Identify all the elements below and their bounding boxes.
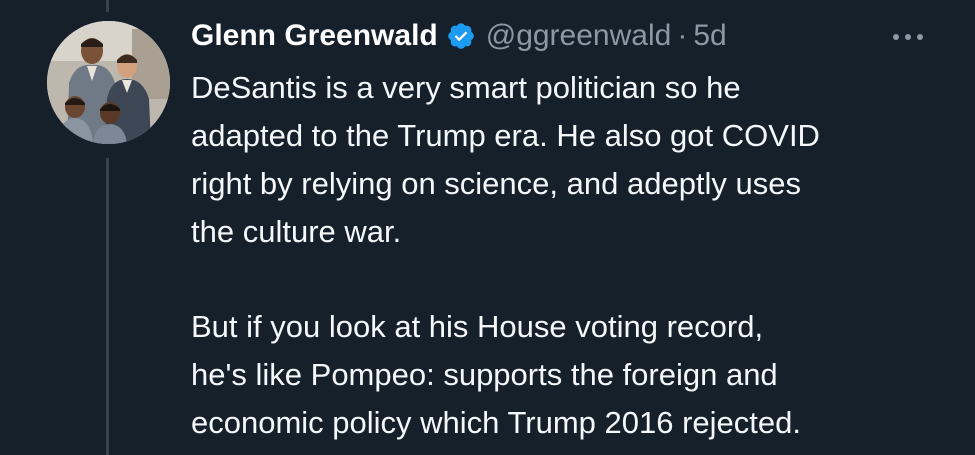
tweet-text-line: the culture war. xyxy=(191,214,402,249)
tweet-text-line: economic policy which Trump 2016 rejecte… xyxy=(191,405,801,440)
thread-connector-bottom xyxy=(106,158,109,455)
more-horizontal-icon[interactable] xyxy=(888,22,928,52)
tweet-header: Glenn Greenwald @ggreenwald · 5d xyxy=(191,14,727,58)
thread-connector-top xyxy=(106,0,109,12)
tweet-text-line: right by relying on science, and adeptly… xyxy=(191,166,802,201)
tweet-paragraph: But if you look at his House voting reco… xyxy=(191,303,951,447)
author-display-name[interactable]: Glenn Greenwald xyxy=(191,19,438,53)
tweet-text-line: he's like Pompeo: supports the foreign a… xyxy=(191,357,778,392)
verified-badge-icon xyxy=(446,21,476,51)
tweet-timestamp[interactable]: 5d xyxy=(693,19,726,53)
header-separator: · xyxy=(677,19,688,52)
author-handle[interactable]: @ggreenwald xyxy=(486,19,672,53)
family-photo-avatar-image xyxy=(47,21,170,144)
tweet-text-line: DeSantis is a very smart politician so h… xyxy=(191,70,741,105)
tweet[interactable]: Glenn Greenwald @ggreenwald · 5d DeSanti… xyxy=(0,0,975,455)
author-avatar[interactable] xyxy=(47,21,170,144)
tweet-paragraph: DeSantis is a very smart politician so h… xyxy=(191,64,951,256)
tweet-text-line: adapted to the Trump era. He also got CO… xyxy=(191,118,820,153)
tweet-text-line: But if you look at his House voting reco… xyxy=(191,309,764,344)
tweet-text: DeSantis is a very smart politician so h… xyxy=(191,64,951,447)
